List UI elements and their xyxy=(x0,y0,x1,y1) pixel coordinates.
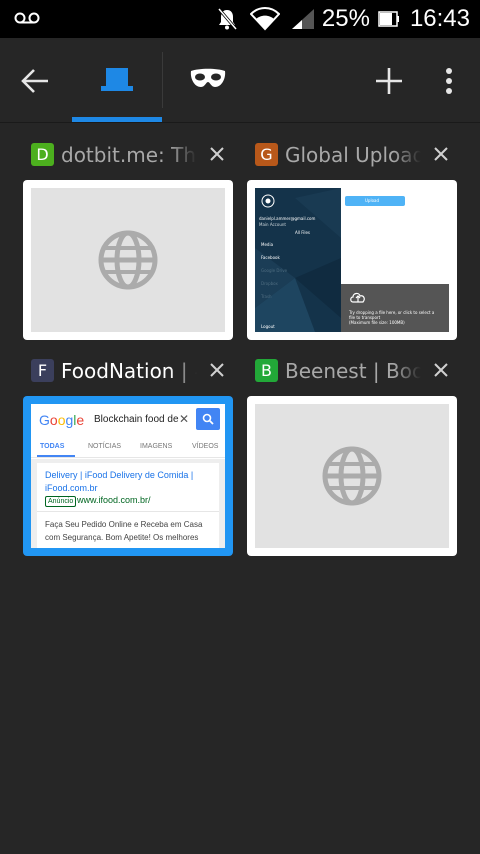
battery-percent: 25% xyxy=(321,5,370,32)
close-icon[interactable] xyxy=(209,146,225,162)
ad-badge: Anúncio xyxy=(45,496,77,507)
account-email: danielpl.ammer@gmail.com xyxy=(259,216,316,221)
menu-item: Dropbox xyxy=(261,281,278,286)
tab-title: FoodNation | # xyxy=(61,359,197,383)
menu-item: Google Drive xyxy=(261,268,288,273)
tab-favicon: G xyxy=(255,143,278,166)
battery-icon xyxy=(378,11,399,27)
all-files-link: All Files xyxy=(295,230,311,235)
incognito-tabs-button[interactable] xyxy=(175,38,241,122)
normal-tabs-button[interactable] xyxy=(72,38,162,122)
tab-favicon: B xyxy=(255,359,278,382)
upload-page-preview: danielpl.ammer@gmail.com Main Account Al… xyxy=(255,188,449,332)
tab-thumbnail[interactable]: danielpl.ammer@gmail.com Main Account Al… xyxy=(247,180,457,340)
search-tabs: TODAS NOTÍCIAS IMAGENS VÍDEOS xyxy=(31,439,225,457)
upload-button-label: Upload xyxy=(365,198,380,203)
voicemail-icon xyxy=(14,12,40,24)
logo-icon xyxy=(261,194,275,208)
close-icon[interactable] xyxy=(433,146,449,162)
logout-link: Logout xyxy=(261,324,275,329)
result-url: www.ifood.com.br/ xyxy=(77,495,151,505)
thumbnail-placeholder xyxy=(31,188,225,332)
tab-switcher-toolbar xyxy=(0,38,480,122)
result-divider xyxy=(37,511,219,512)
search-result-card: Delivery | iFood Delivery de Comida | iF… xyxy=(37,463,219,548)
result-snippet: Faça Seu Pedido Online e Receba em Casa … xyxy=(45,520,203,542)
tab-title: Beenest | Book xyxy=(285,359,421,383)
tab-header: B Beenest | Book xyxy=(247,354,457,394)
menu-item: Trash xyxy=(261,294,272,299)
search-icon xyxy=(202,413,214,425)
cloud-upload-icon xyxy=(350,292,365,303)
tab-title: Global Upload xyxy=(285,143,421,167)
search-tab: TODAS xyxy=(40,443,65,450)
search-button xyxy=(196,408,220,430)
tab-thumbnail[interactable] xyxy=(247,396,457,556)
tab-header: G Global Upload xyxy=(247,138,457,178)
background-pattern xyxy=(255,188,341,332)
tab-card-selected[interactable]: F FoodNation | # Google Blockchain food … xyxy=(23,354,233,556)
toolbar-border xyxy=(0,122,480,123)
tab-card[interactable]: D dotbit.me: The xyxy=(23,138,233,340)
clear-icon: ✕ xyxy=(179,412,190,426)
close-icon[interactable] xyxy=(209,362,225,378)
search-tab: IMAGENS xyxy=(140,443,173,450)
google-logo: Google xyxy=(39,412,85,428)
tab-card[interactable]: B Beenest | Book xyxy=(247,354,457,556)
plus-icon[interactable] xyxy=(372,64,406,98)
menu-item: Facebook xyxy=(261,255,280,260)
result-title: Delivery | iFood Delivery de Comida | iF… xyxy=(45,470,194,493)
globe-icon xyxy=(322,446,382,506)
tab-card[interactable]: G Global Upload danielpl.ammer@gmail.com xyxy=(247,138,457,340)
google-search-preview: Google Blockchain food de ✕ TODAS NOTÍCI… xyxy=(31,404,225,548)
search-tab-underline xyxy=(37,455,75,457)
wifi-icon xyxy=(249,7,280,31)
tab-favicon: D xyxy=(31,143,54,166)
close-icon[interactable] xyxy=(433,362,449,378)
more-vert-icon[interactable] xyxy=(436,64,462,98)
drop-zone-text: (Maximum file size: 100MB) xyxy=(349,320,405,325)
tab-header: D dotbit.me: The xyxy=(23,138,233,178)
tab-thumbnail[interactable] xyxy=(23,180,233,340)
search-query: Blockchain food de xyxy=(94,414,179,425)
clock: 16:43 xyxy=(409,5,470,32)
tab-header: F FoodNation | # xyxy=(23,354,233,394)
tab-switcher-icon xyxy=(101,68,133,91)
account-label: Main Account xyxy=(259,222,286,227)
tab-favicon: F xyxy=(31,359,54,382)
toolbar-divider xyxy=(162,52,163,108)
status-bar: 25% 16:43 xyxy=(0,0,480,38)
drop-zone: Try dropping a file here, or click to se… xyxy=(341,284,449,332)
tab-thumbnail[interactable]: Google Blockchain food de ✕ TODAS NOTÍCI… xyxy=(23,396,233,556)
menu-item: Media xyxy=(261,242,274,247)
mute-icon xyxy=(217,8,238,30)
tab-title: dotbit.me: The xyxy=(61,143,197,167)
search-tab: NOTÍCIAS xyxy=(88,443,122,450)
google-header: Google Blockchain food de ✕ TODAS NOTÍCI… xyxy=(31,404,225,458)
search-results: Delivery | iFood Delivery de Comida | iF… xyxy=(31,459,225,548)
incognito-mask-icon xyxy=(190,68,226,87)
signal-icon xyxy=(291,9,314,29)
search-tab: VÍDEOS xyxy=(192,443,219,450)
upload-sidebar: danielpl.ammer@gmail.com Main Account Al… xyxy=(255,188,341,332)
thumbnail-placeholder xyxy=(255,404,449,548)
arrow-left-icon[interactable] xyxy=(18,64,52,98)
globe-icon xyxy=(98,230,158,290)
upload-button: Upload xyxy=(345,196,405,206)
